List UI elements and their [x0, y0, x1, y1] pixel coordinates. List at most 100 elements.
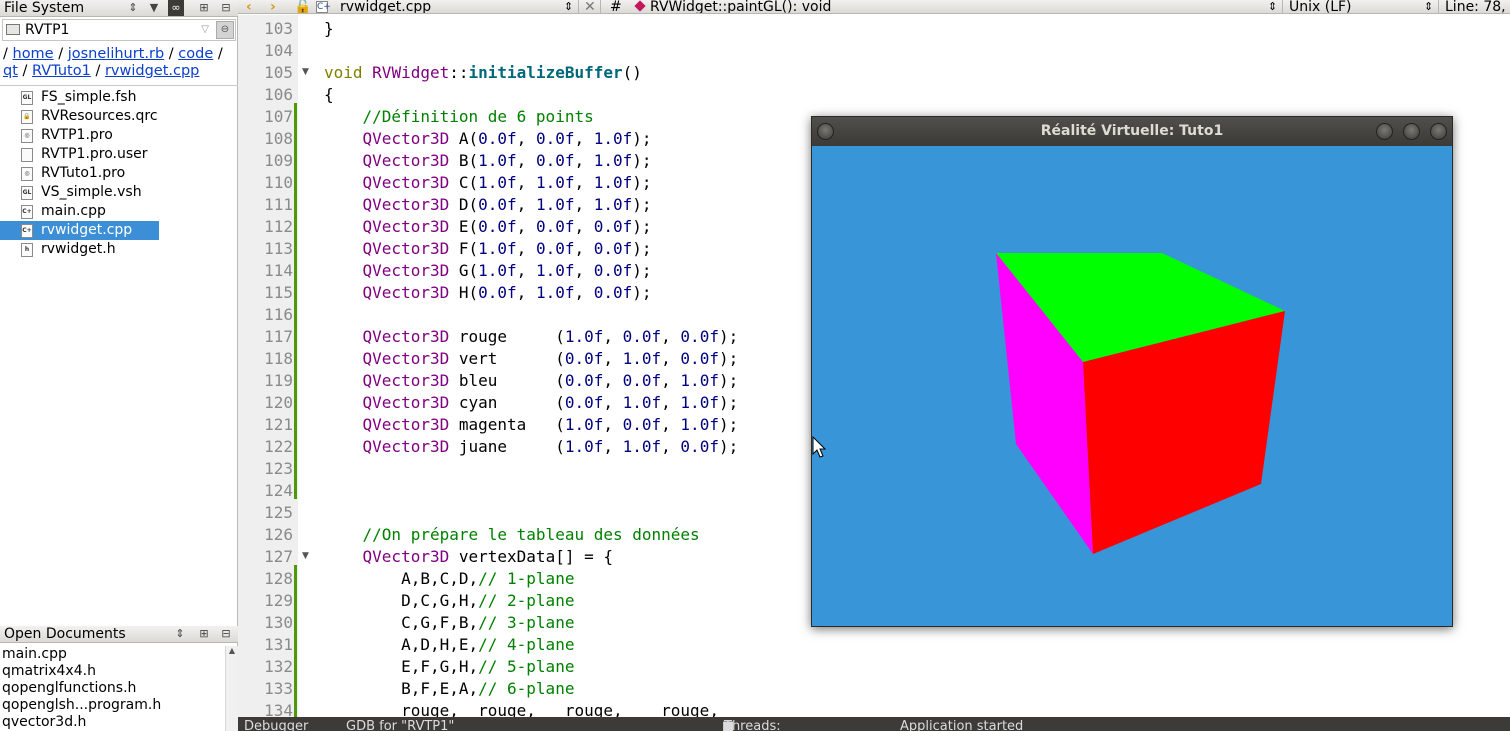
open-file-name[interactable]: rvwidget.cpp	[340, 0, 431, 13]
breadcrumb-code[interactable]: code	[178, 46, 213, 62]
file-item[interactable]: ◎ RVTuto1.pro	[0, 164, 159, 183]
line-number: 115	[264, 283, 293, 302]
code-line[interactable]: QVector3D G(1.0f, 1.0f, 0.0f);	[324, 260, 652, 282]
file-item[interactable]: RVTP1.pro.user	[0, 145, 159, 164]
maximize-button[interactable]	[1403, 123, 1420, 140]
file-item-selected[interactable]: C+ rvwidget.cpp	[0, 221, 159, 240]
updown-icon[interactable]: ⇕	[564, 0, 573, 13]
open-document-item[interactable]: qvector3d.h	[0, 714, 238, 731]
updown-icon[interactable]: ⇕	[1424, 0, 1433, 13]
open-document-item[interactable]: qopenglsh...program.h	[0, 697, 238, 714]
gdb-selector[interactable]: GDB for "RVTP1"	[346, 720, 454, 731]
link-icon[interactable]: ∞	[168, 0, 184, 16]
code-line[interactable]: B,F,E,A,// 6-plane	[324, 678, 574, 700]
code-line[interactable]: QVector3D F(1.0f, 0.0f, 0.0f);	[324, 238, 652, 260]
updown-icon[interactable]: ⇕	[125, 0, 141, 16]
scrollbar[interactable]: ▲	[225, 646, 238, 731]
change-marker	[294, 565, 297, 717]
code-line[interactable]: void RVWidget::initializeBuffer()	[324, 62, 642, 84]
breadcrumb-rvtuto1[interactable]: RVTuto1	[32, 63, 91, 79]
file-item[interactable]: C+ main.cpp	[0, 202, 159, 221]
code-line[interactable]: //Définition de 6 points	[324, 106, 594, 128]
file-name: rvwidget.h	[41, 241, 116, 257]
open-documents-title[interactable]: Open Documents	[4, 626, 126, 642]
back-arrow-icon[interactable]: ‹	[246, 0, 252, 13]
line-number: 107	[264, 107, 293, 126]
open-document-item[interactable]: main.cpp	[0, 646, 238, 663]
split-icon[interactable]: ⊞	[196, 0, 212, 16]
hash-label: #	[610, 0, 622, 14]
file-item[interactable]: h rvwidget.h	[0, 240, 159, 259]
code-line[interactable]: A,D,H,E,// 4-plane	[324, 634, 574, 656]
chevron-down-icon: ▽	[201, 24, 209, 35]
fold-arrow-icon[interactable]: ▼	[302, 67, 309, 77]
code-line[interactable]: QVector3D rouge (1.0f, 0.0f, 0.0f);	[324, 326, 739, 348]
breadcrumb-qt[interactable]: qt	[3, 63, 18, 79]
forward-arrow-icon[interactable]: ›	[270, 0, 276, 13]
code-line[interactable]: E,F,G,H,// 5-plane	[324, 656, 574, 678]
file-item[interactable]: 🔒 RVResources.qrc	[0, 107, 159, 126]
line-number: 122	[264, 437, 293, 456]
file-item[interactable]: GL FS_simple.fsh	[0, 88, 159, 107]
open-document-item[interactable]: qmatrix4x4.h	[0, 663, 238, 680]
close-file-icon[interactable]: ✕	[584, 0, 596, 13]
code-line[interactable]: C,G,F,B,// 3-plane	[324, 612, 574, 634]
project-combo[interactable]: RVTP1 ▽ ⊖	[2, 19, 236, 41]
updown-icon[interactable]: ⇕	[172, 626, 188, 642]
mouse-pointer-icon	[812, 436, 826, 458]
code-line[interactable]: QVector3D vertexData[] = {	[324, 546, 613, 568]
code-line[interactable]: QVector3D juane (1.0f, 1.0f, 0.0f);	[324, 436, 739, 458]
line-number: 127	[264, 547, 293, 566]
close-pane-icon[interactable]: ⊟	[218, 0, 234, 16]
minimize-button[interactable]	[1376, 123, 1393, 140]
line-number: 129	[264, 591, 293, 610]
code-line[interactable]: QVector3D vert (0.0f, 1.0f, 0.0f);	[324, 348, 739, 370]
line-ending-selector[interactable]: Unix (LF)	[1289, 0, 1352, 13]
file-item[interactable]: ◎ RVTP1.pro	[0, 126, 159, 145]
header-file-icon: h	[21, 243, 33, 257]
code-line[interactable]: QVector3D E(0.0f, 0.0f, 0.0f);	[324, 216, 652, 238]
updown-icon[interactable]: ⇕	[1268, 0, 1277, 13]
cursor-position[interactable]: Line: 78, C	[1445, 0, 1510, 13]
file-name: main.cpp	[41, 203, 106, 219]
cpp-file-icon: C+	[21, 205, 33, 219]
debugger-selector[interactable]: Debugger	[244, 720, 308, 731]
code-line[interactable]: }	[324, 18, 334, 40]
file-system-title[interactable]: File System	[4, 0, 84, 16]
debugger-bar: Debugger GDB for "RVTP1" ■ Threads: Appl…	[238, 717, 1510, 731]
code-line[interactable]: QVector3D B(1.0f, 0.0f, 1.0f);	[324, 150, 652, 172]
code-line[interactable]: QVector3D D(0.0f, 1.0f, 1.0f);	[324, 194, 652, 216]
function-icon	[634, 0, 646, 12]
open-document-item[interactable]: qopenglfunctions.h	[0, 680, 238, 697]
window-titlebar[interactable]: Réalité Virtuelle: Tuto1	[812, 117, 1452, 146]
gl-canvas[interactable]	[812, 146, 1452, 626]
line-number: 108	[264, 129, 293, 148]
toggle-icon[interactable]: ⊖	[216, 21, 234, 39]
split-icon[interactable]: ⊞	[196, 626, 212, 642]
code-line[interactable]: A,B,C,D,// 1-plane	[324, 568, 574, 590]
code-line[interactable]: QVector3D bleu (0.0f, 0.0f, 1.0f);	[324, 370, 739, 392]
breadcrumb-user[interactable]: josnelihurt.rb	[68, 46, 164, 62]
divider	[0, 85, 238, 86]
code-line[interactable]: QVector3D A(0.0f, 0.0f, 1.0f);	[324, 128, 652, 150]
code-line[interactable]: QVector3D H(0.0f, 1.0f, 0.0f);	[324, 282, 652, 304]
code-line[interactable]: QVector3D cyan (0.0f, 1.0f, 1.0f);	[324, 392, 739, 414]
filter-icon[interactable]: ▼	[146, 0, 162, 16]
opengl-window[interactable]: Réalité Virtuelle: Tuto1	[811, 116, 1453, 627]
close-pane-icon[interactable]: ⊟	[218, 626, 234, 642]
file-item[interactable]: GL VS_simple.vsh	[0, 183, 159, 202]
breadcrumb-home[interactable]: home	[13, 46, 54, 62]
code-line[interactable]: QVector3D C(1.0f, 1.0f, 1.0f);	[324, 172, 652, 194]
line-number: 128	[264, 569, 293, 588]
file-name: VS_simple.vsh	[41, 184, 142, 200]
code-line[interactable]: //On prépare le tableau des données	[324, 524, 700, 546]
symbol-selector[interactable]: RVWidget::paintGL(): void	[634, 0, 831, 13]
file-name: rvwidget.cpp	[41, 222, 133, 238]
close-button[interactable]	[1430, 123, 1447, 140]
breadcrumb-file[interactable]: rvwidget.cpp	[105, 63, 199, 79]
fold-arrow-icon[interactable]: ▼	[302, 551, 309, 561]
code-line[interactable]: D,C,G,H,// 2-plane	[324, 590, 574, 612]
code-line[interactable]: {	[324, 84, 334, 106]
window-menu-button[interactable]	[817, 123, 834, 140]
code-line[interactable]: QVector3D magenta (1.0f, 0.0f, 1.0f);	[324, 414, 739, 436]
